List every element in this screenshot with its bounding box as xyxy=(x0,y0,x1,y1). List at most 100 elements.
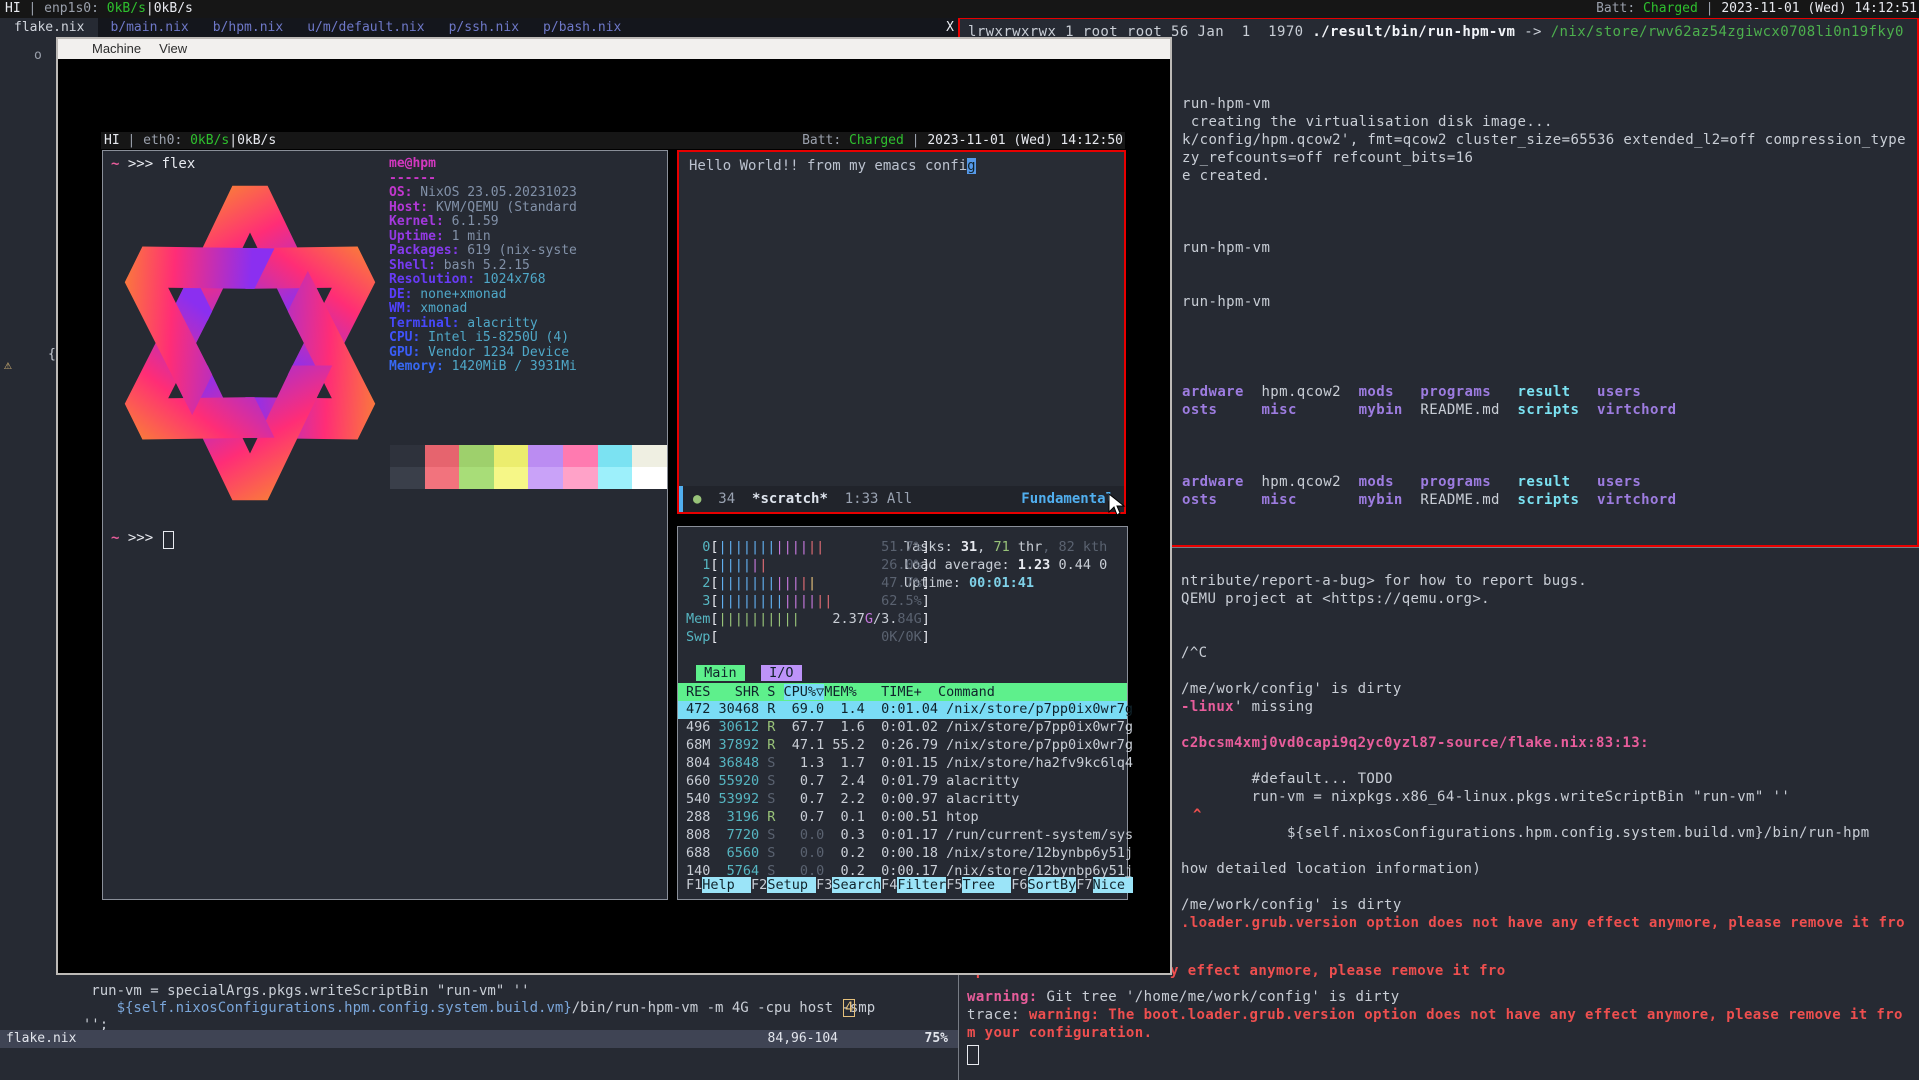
terminal-line: 288 3196 R 0.7 0.1 0:00.51 htop xyxy=(686,809,979,826)
neofetch-line: CPU: Intel i5-8250U (4) xyxy=(389,331,569,346)
vm-battery-clock: Batt: Charged | 2023-11-01 (Wed) 14:12:5… xyxy=(802,132,1123,149)
htop-row[interactable]: 472 30468 R 69.0 1.4 0:01.04 /nix/store/… xyxy=(686,701,1133,718)
palette-swatch xyxy=(494,467,529,489)
vim-margin-glyph: ⚠ xyxy=(4,358,12,373)
terminal-line: 140 5764 S 0.0 0.2 0:00.17 /nix/store/12… xyxy=(686,863,1133,880)
terminal-line: run-hpm-vm xyxy=(1182,240,1270,257)
palette-swatch xyxy=(390,467,425,489)
vim-margin-glyph: { xyxy=(48,347,56,362)
terminal-line: Tasks: 31, 71 thr, 82 kth xyxy=(904,539,1107,556)
terminal-line: 496 30612 R 67.7 1.6 0:01.02 /nix/store/… xyxy=(686,719,1133,736)
modeline-major-mode: Fundamental xyxy=(1021,486,1114,512)
neofetch-line: DE: none+xmonad xyxy=(389,288,506,303)
terminal-line: e created. xyxy=(1182,168,1270,185)
desktop: HI | enp1s0: 0kB/s|0kB/s Batt: Charged |… xyxy=(0,0,1919,1080)
terminal-line: 68M 37892 R 47.1 55.2 0:26.79 /nix/store… xyxy=(686,737,1133,754)
terminal-line: osts misc mybin README.md scripts virtch… xyxy=(1182,402,1676,419)
palette-swatch xyxy=(425,467,460,489)
neofetch-line: me@hpm xyxy=(389,157,436,172)
vm-emacs-window[interactable]: Hello World!! from my emacs config ● 34 … xyxy=(677,150,1126,514)
terminal-line: 2[|||||||||||| 47.7%] xyxy=(686,575,930,592)
terminal-line: 0[||||||||||||| 51.7%] xyxy=(686,539,930,556)
host-status-bar: HI | enp1s0: 0kB/s|0kB/s Batt: Charged |… xyxy=(0,0,1919,18)
vim-margin-glyph: o xyxy=(34,48,42,63)
palette-swatch xyxy=(563,467,598,489)
neofetch-line: Uptime: 1 min xyxy=(389,230,491,245)
htop-table-header[interactable]: RES SHR S CPU%▽MEM% TIME+ Command xyxy=(678,683,1127,701)
vim-tab[interactable]: u/m/default.nix xyxy=(295,18,436,37)
terminal-line: 1[|||||| 26.0%] xyxy=(686,557,930,574)
palette-swatch xyxy=(494,445,529,467)
qemu-menu-bar: Machine View xyxy=(58,39,1170,59)
terminal-line: trace: warning: The boot.loader.grub.ver… xyxy=(967,1007,1903,1024)
terminal-color-palette-row2 xyxy=(390,467,667,489)
vm-terminal-neofetch[interactable]: ~ >>> flex me@hpm------OS: NixOS 23.05.2… xyxy=(102,150,668,900)
terminal-line: creating the virtualisation disk image..… xyxy=(1182,114,1553,131)
modeline-buffer-info: ● 34 *scratch* 1:33 All xyxy=(693,486,912,512)
shell-prompt: ~ >>> xyxy=(111,530,162,547)
palette-swatch xyxy=(459,445,494,467)
vim-tab-active[interactable]: flake.nix xyxy=(0,18,98,37)
palette-swatch xyxy=(390,445,425,467)
terminal-line: ntribute/report-a-bug> for how to report… xyxy=(1181,573,1587,590)
terminal-line: ardware hpm.qcow2 mods programs result u… xyxy=(1182,384,1641,401)
vim-tab[interactable]: b/hpm.nix xyxy=(201,18,295,37)
palette-swatch xyxy=(425,445,460,467)
terminal-line: #default... TODO xyxy=(1181,771,1393,788)
palette-swatch xyxy=(528,467,563,489)
host-battery-clock: Batt: Charged | 2023-11-01 (Wed) 14:12:5… xyxy=(1596,0,1917,18)
terminal-line: m your configuration. xyxy=(967,1025,1152,1042)
neofetch-line: Shell: bash 5.2.15 xyxy=(389,259,530,274)
terminal-line: Main I/O xyxy=(696,665,802,682)
terminal-line: c2bcsm4xmj0vd0capi9q2yc0yzl87-source/fla… xyxy=(1181,735,1649,752)
neofetch-line: OS: NixOS 23.05.20231023 xyxy=(389,186,577,201)
terminal-color-palette-row1 xyxy=(390,445,667,467)
terminal-cursor xyxy=(163,531,174,549)
vm-network-status: HI | eth0: 0kB/s|0kB/s xyxy=(104,132,276,149)
vim-tab[interactable]: p/bash.nix xyxy=(531,18,633,37)
terminal-line: /me/work/config' is dirty xyxy=(1181,681,1402,698)
terminal-line: .loader.grub.version option does not hav… xyxy=(1181,915,1905,932)
modeline-accent-bar xyxy=(679,486,683,512)
vm-htop-window[interactable]: RES SHR S CPU%▽MEM% TIME+ Command 472 30… xyxy=(677,526,1128,900)
terminal-line: run-vm = nixpkgs.x86_64-linux.pkgs.write… xyxy=(1181,789,1790,806)
vim-status-filename: flake.nix xyxy=(6,1030,76,1048)
palette-swatch xyxy=(563,445,598,467)
terminal-line: Mem[|||||||||| 2.37G/3.84G] xyxy=(686,611,930,628)
terminal-line: run-hpm-vm xyxy=(1182,294,1270,311)
emacs-cursor: g xyxy=(967,158,975,174)
nixos-logo-art xyxy=(109,167,391,519)
terminal-line: 540 53992 S 0.7 2.2 0:00.97 alacritty xyxy=(686,791,1019,808)
terminal-line: zy_refcounts=off refcount_bits=16 xyxy=(1182,150,1473,167)
vim-status-percent: 75% xyxy=(925,1030,948,1048)
terminal-line: -linux' missing xyxy=(1181,699,1313,716)
terminal-line: 808 7720 S 0.0 0.3 0:01.17 /run/current-… xyxy=(686,827,1133,844)
terminal-line: k/config/hpm.qcow2', fmt=qcow2 cluster_s… xyxy=(1182,132,1906,149)
qemu-menu-view[interactable]: View xyxy=(159,39,187,59)
terminal-line: ${self.nixosConfigurations.hpm.config.sy… xyxy=(1181,825,1870,842)
emacs-modeline: ● 34 *scratch* 1:33 All Fundamental xyxy=(679,486,1124,512)
terminal-line: 3[|||||||||||||| 62.5%] xyxy=(686,593,930,610)
neofetch-line: Memory: 1420MiB / 3931Mi xyxy=(389,360,577,375)
terminal-line: ardware hpm.qcow2 mods programs result u… xyxy=(1182,474,1641,491)
terminal-line: Load average: 1.23 0.44 0 xyxy=(904,557,1107,574)
neofetch-line: WM: xmonad xyxy=(389,302,467,317)
vm-display[interactable]: HI | eth0: 0kB/s|0kB/s Batt: Charged | 2… xyxy=(101,132,1125,900)
terminal-line: 660 55920 S 0.7 2.4 0:01.79 alacritty xyxy=(686,773,1019,790)
vim-tab[interactable]: b/main.nix xyxy=(98,18,200,37)
vim-cursor: 4 xyxy=(843,1000,855,1017)
host-network-status: HI | enp1s0: 0kB/s|0kB/s xyxy=(5,0,193,18)
neofetch-line: GPU: Vendor 1234 Device xyxy=(389,346,569,361)
neofetch-line: Resolution: 1024x768 xyxy=(389,273,546,288)
terminal-line: ^ xyxy=(1193,807,1202,824)
terminal-line: QEMU project at <https://qemu.org>. xyxy=(1181,591,1490,608)
terminal-line: 804 36848 S 1.3 1.7 0:01.15 /nix/store/h… xyxy=(686,755,1133,772)
qemu-vm-window[interactable]: Machine View HI | eth0: 0kB/s|0kB/s Batt… xyxy=(56,37,1172,975)
mouse-cursor xyxy=(1108,493,1126,517)
terminal-cursor xyxy=(967,1045,979,1065)
terminal-line: ${self.nixosConfigurations.hpm.config.sy… xyxy=(66,1000,884,1017)
vim-tabline-close-icon[interactable]: X xyxy=(946,18,954,37)
vim-status-ruler: 84,96-104 xyxy=(768,1030,838,1048)
qemu-menu-machine[interactable]: Machine xyxy=(92,39,141,59)
vim-tab[interactable]: p/ssh.nix xyxy=(437,18,531,37)
